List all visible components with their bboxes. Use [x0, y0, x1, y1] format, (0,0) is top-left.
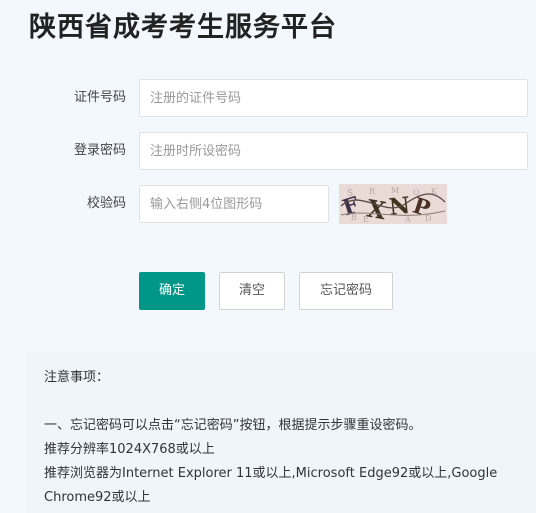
captcha-input[interactable] — [139, 185, 329, 223]
confirm-button[interactable]: 确定 — [139, 272, 205, 310]
notice-line: 推荐分辨率1024X768或以上 — [44, 442, 215, 457]
captcha-label: 校验码 — [86, 196, 126, 211]
notice-heading: 注意事项： — [44, 370, 110, 385]
clear-button[interactable]: 清空 — [219, 272, 285, 310]
notice-line: 推荐浏览器为Internet Explorer 11或以上,Microsoft … — [44, 466, 498, 505]
forgot-password-button[interactable]: 忘记密码 — [299, 272, 393, 310]
password-label: 登录密码 — [73, 143, 126, 158]
page-title: 陕西省成考考生服务平台 — [29, 12, 337, 43]
notice-line: 一、忘记密码可以点击“忘记密码”按钮，根据提示步骤重设密码。 — [44, 418, 422, 433]
id-number-label: 证件号码 — [73, 90, 126, 105]
captcha-image[interactable]: S R M Q K B E A D F X N P — [339, 184, 447, 224]
id-number-input[interactable] — [139, 79, 528, 117]
password-input[interactable] — [139, 132, 528, 170]
notice-panel: 注意事项： 一、忘记密码可以点击“忘记密码”按钮，根据提示步骤重设密码。 推荐分… — [27, 352, 536, 513]
